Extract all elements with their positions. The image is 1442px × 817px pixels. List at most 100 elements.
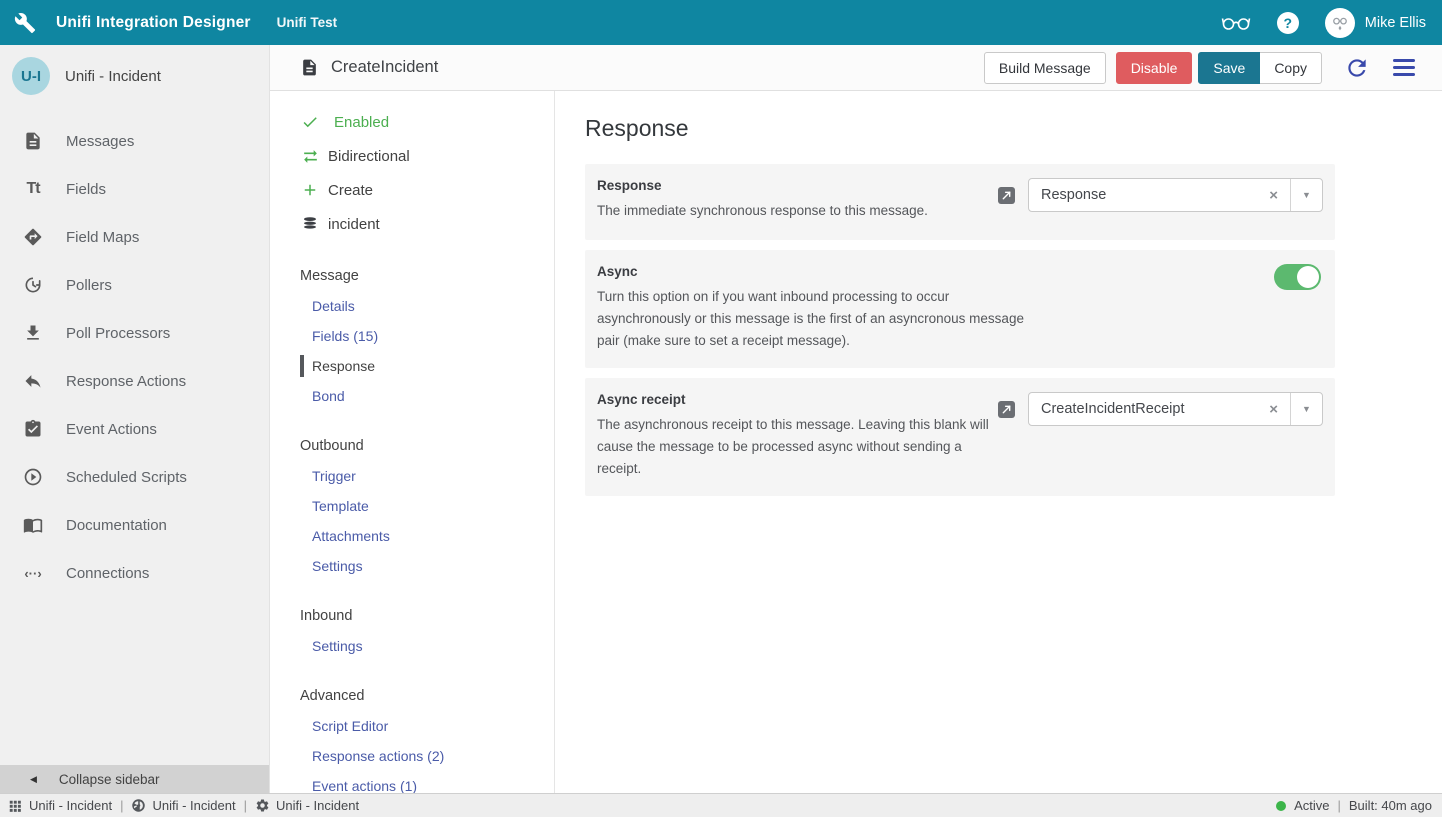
status-enabled[interactable]: Enabled bbox=[270, 105, 554, 139]
sidebar-item-label: Field Maps bbox=[66, 229, 139, 246]
collapse-label: Collapse sidebar bbox=[59, 772, 160, 787]
user-name: Mike Ellis bbox=[1365, 15, 1426, 31]
status-label: Bidirectional bbox=[328, 148, 410, 165]
sidebar-item-field-maps[interactable]: Field Maps bbox=[0, 213, 269, 261]
disable-button[interactable]: Disable bbox=[1116, 52, 1193, 84]
nav-link-details[interactable]: Details bbox=[270, 291, 554, 321]
async-receipt-select-value: CreateIncidentReceipt bbox=[1029, 401, 1257, 417]
play-circle-icon bbox=[22, 466, 44, 488]
copy-button[interactable]: Copy bbox=[1260, 52, 1322, 84]
statusbar-instance-grid[interactable]: Unifi - Incident bbox=[8, 798, 112, 813]
sidebar-item-poll-processors[interactable]: Poll Processors bbox=[0, 309, 269, 357]
collapse-arrow-icon: ◀ bbox=[30, 774, 37, 785]
section-message: Message bbox=[270, 261, 554, 291]
sidebar-item-label: Pollers bbox=[66, 277, 112, 294]
integration-name[interactable]: Unifi Test bbox=[277, 15, 338, 30]
app-name: Unifi - Incident bbox=[65, 68, 161, 85]
collapse-sidebar-button[interactable]: ◀ Collapse sidebar bbox=[0, 765, 269, 793]
statusbar-instance-app[interactable]: Unifi - Incident bbox=[131, 798, 235, 813]
active-status-dot bbox=[1276, 801, 1286, 811]
help-icon[interactable]: ? bbox=[1277, 12, 1299, 34]
clipboard-check-icon bbox=[22, 418, 44, 440]
avatar bbox=[1325, 8, 1355, 38]
nav-link-attachments[interactable]: Attachments bbox=[270, 521, 554, 551]
sidebar-item-connections[interactable]: ‹··› Connections bbox=[0, 549, 269, 597]
nav-link-fields[interactable]: Fields (15) bbox=[270, 321, 554, 351]
clear-icon[interactable]: × bbox=[1257, 187, 1290, 204]
sidebar-item-scheduled-scripts[interactable]: Scheduled Scripts bbox=[0, 453, 269, 501]
document-icon bbox=[22, 130, 44, 152]
nav-link-outbound-settings[interactable]: Settings bbox=[270, 551, 554, 581]
gear-icon bbox=[255, 798, 270, 813]
section-advanced: Advanced bbox=[270, 681, 554, 711]
database-icon bbox=[300, 215, 320, 233]
reply-icon bbox=[22, 370, 44, 392]
nav-link-response[interactable]: Response bbox=[270, 351, 554, 381]
field-card-async-receipt: Async receipt The asynchronous receipt t… bbox=[585, 378, 1335, 496]
user-menu[interactable]: Mike Ellis bbox=[1325, 8, 1426, 38]
grid-icon bbox=[8, 798, 23, 813]
goto-record-icon[interactable] bbox=[998, 401, 1015, 418]
topbar: Unifi Integration Designer Unifi Test ? … bbox=[0, 0, 1442, 45]
async-toggle[interactable] bbox=[1274, 264, 1321, 290]
sidebar-item-label: Poll Processors bbox=[66, 325, 170, 342]
statusbar-instance-settings[interactable]: Unifi - Incident bbox=[255, 798, 359, 813]
goto-record-icon[interactable] bbox=[998, 187, 1015, 204]
chevron-down-icon[interactable]: ▼ bbox=[1290, 179, 1322, 211]
status-table[interactable]: incident bbox=[270, 207, 554, 241]
app-circle-icon bbox=[131, 798, 146, 813]
sidebar-item-documentation[interactable]: Documentation bbox=[0, 501, 269, 549]
statusbar-instance-label: Unifi - Incident bbox=[276, 798, 359, 813]
nav-link-trigger[interactable]: Trigger bbox=[270, 461, 554, 491]
clear-icon[interactable]: × bbox=[1257, 401, 1290, 418]
wrench-icon bbox=[14, 11, 38, 35]
content-header: CreateIncident Build Message Disable Sav… bbox=[270, 45, 1442, 91]
field-description: The asynchronous receipt to this message… bbox=[597, 414, 998, 480]
save-button[interactable]: Save bbox=[1198, 52, 1260, 84]
diamond-arrow-icon bbox=[22, 226, 44, 248]
text-fields-icon: Tt bbox=[22, 178, 44, 200]
glasses-icon[interactable] bbox=[1221, 14, 1251, 31]
section-inbound: Inbound bbox=[270, 601, 554, 631]
statusbar-instance-label: Unifi - Incident bbox=[29, 798, 112, 813]
nav-link-response-actions[interactable]: Response actions (2) bbox=[270, 741, 554, 771]
status-label: Enabled bbox=[334, 114, 389, 131]
nav-link-template[interactable]: Template bbox=[270, 491, 554, 521]
status-create[interactable]: Create bbox=[270, 173, 554, 207]
statusbar-instance-label: Unifi - Incident bbox=[152, 798, 235, 813]
response-select[interactable]: Response × ▼ bbox=[1028, 178, 1323, 212]
app-avatar: U-I bbox=[12, 57, 50, 95]
field-label: Response bbox=[597, 178, 998, 193]
connections-icon: ‹··› bbox=[22, 562, 44, 584]
download-icon bbox=[22, 322, 44, 344]
sidebar-item-fields[interactable]: Tt Fields bbox=[0, 165, 269, 213]
sidebar-item-response-actions[interactable]: Response Actions bbox=[0, 357, 269, 405]
status-bidirectional[interactable]: Bidirectional bbox=[270, 139, 554, 173]
hamburger-menu-button[interactable] bbox=[1388, 53, 1420, 83]
nav-link-inbound-settings[interactable]: Settings bbox=[270, 631, 554, 661]
async-receipt-select[interactable]: CreateIncidentReceipt × ▼ bbox=[1028, 392, 1323, 426]
section-outbound: Outbound bbox=[270, 431, 554, 461]
chevron-down-icon[interactable]: ▼ bbox=[1290, 393, 1322, 425]
sidebar-item-event-actions[interactable]: Event Actions bbox=[0, 405, 269, 453]
sidebar-item-label: Event Actions bbox=[66, 421, 157, 438]
page-title: Response bbox=[585, 115, 1442, 142]
separator: | bbox=[244, 798, 247, 813]
nav-link-bond[interactable]: Bond bbox=[270, 381, 554, 411]
nav-link-script-editor[interactable]: Script Editor bbox=[270, 711, 554, 741]
sidebar: U-I Unifi - Incident Messages Tt Fields … bbox=[0, 45, 270, 793]
sidebar-item-label: Scheduled Scripts bbox=[66, 469, 187, 486]
sidebar-item-label: Response Actions bbox=[66, 373, 186, 390]
statusbar: Unifi - Incident | Unifi - Incident | Un… bbox=[0, 793, 1442, 817]
sidebar-item-messages[interactable]: Messages bbox=[0, 117, 269, 165]
refresh-button[interactable] bbox=[1342, 53, 1372, 83]
separator: | bbox=[1338, 798, 1341, 813]
sidebar-item-label: Connections bbox=[66, 565, 149, 582]
sidebar-item-pollers[interactable]: Pollers bbox=[0, 261, 269, 309]
response-select-value: Response bbox=[1029, 187, 1257, 203]
app-title: Unifi Integration Designer bbox=[56, 14, 251, 32]
field-card-async: Async Turn this option on if you want in… bbox=[585, 250, 1335, 368]
check-icon bbox=[300, 113, 320, 131]
build-message-button[interactable]: Build Message bbox=[984, 52, 1106, 84]
nav-link-event-actions[interactable]: Event actions (1) bbox=[270, 771, 554, 793]
